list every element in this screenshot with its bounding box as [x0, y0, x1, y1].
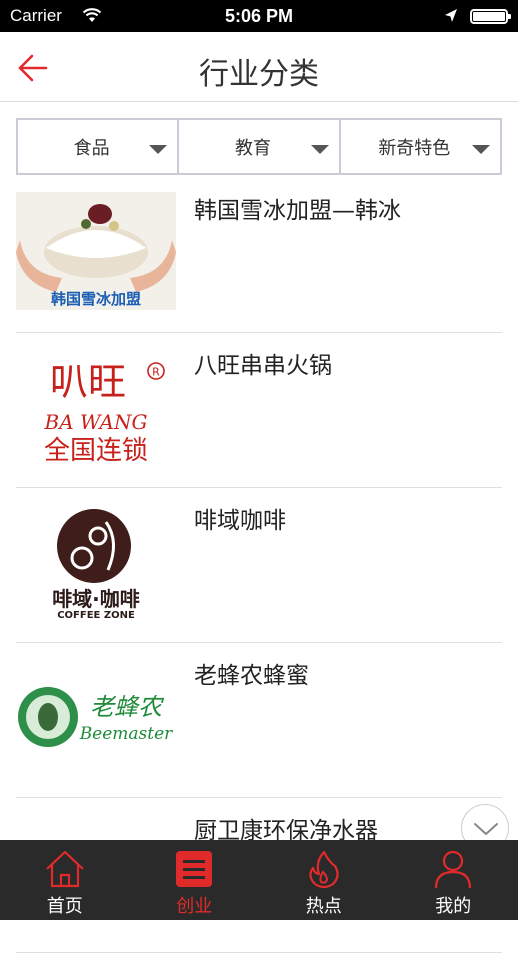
item-name: 韩国雪冰加盟—韩冰	[194, 191, 401, 225]
franchise-list: 韩国雪冰加盟 韩国雪冰加盟—韩冰 叭旺 R BA WANG 全国连锁 八旺串串火…	[16, 178, 502, 953]
tab-trending[interactable]: 热点	[259, 840, 389, 920]
chevron-down-icon	[472, 145, 490, 154]
filter-label: 食品	[74, 134, 110, 160]
logo-text-cn: 老蜂农	[90, 693, 165, 721]
tab-label: 首页	[0, 892, 130, 918]
coffee-zone-logo: 啡域·咖啡 COFFEE ZONE	[16, 502, 176, 620]
status-bar: Carrier 5:06 PM	[0, 0, 518, 32]
tab-home[interactable]: 首页	[0, 840, 130, 920]
filter-label: 新奇特色	[378, 134, 450, 160]
list-item[interactable]: 叭旺 R BA WANG 全国连锁 八旺串串火锅	[16, 333, 502, 488]
tab-label: 创业	[130, 892, 260, 918]
nav-bar: 行业分类	[0, 32, 518, 102]
logo-text-en: COFFEE ZONE	[57, 610, 135, 620]
list-item[interactable]: 啡域·咖啡 COFFEE ZONE 啡域咖啡	[16, 488, 502, 643]
chevron-down-icon	[311, 145, 329, 154]
item-thumbnail: 老蜂农 Beemaster	[16, 657, 176, 775]
home-icon	[44, 848, 86, 890]
bottom-tab-bar: 首页 创业 热点 我的	[0, 840, 518, 920]
item-name: 八旺串串火锅	[194, 346, 332, 380]
filter-dropdown-education[interactable]: 教育	[179, 120, 340, 173]
list-icon	[173, 848, 215, 890]
filter-dropdown-novelty[interactable]: 新奇特色	[341, 120, 500, 173]
logo-text: 韩国雪冰加盟	[51, 290, 141, 308]
tab-startup[interactable]: 创业	[130, 840, 260, 920]
bawang-logo: 叭旺 R BA WANG 全国连锁	[16, 347, 176, 465]
item-thumbnail: 韩国雪冰加盟	[16, 192, 176, 310]
clock: 5:06 PM	[0, 6, 518, 27]
list-item[interactable]: 韩国雪冰加盟 韩国雪冰加盟—韩冰	[16, 178, 502, 333]
tab-label: 我的	[389, 892, 518, 918]
item-thumbnail: 叭旺 R BA WANG 全国连锁	[16, 347, 176, 465]
logo-text-sub: 全国连锁	[44, 436, 148, 465]
item-name: 老蜂农蜂蜜	[194, 656, 309, 690]
page-title: 行业分类	[0, 49, 518, 93]
user-icon	[432, 848, 474, 890]
battery-icon	[470, 9, 508, 24]
tab-label: 热点	[259, 892, 389, 918]
beemaster-logo: 老蜂农 Beemaster	[16, 657, 176, 775]
logo-text-cn: 叭旺	[50, 360, 126, 404]
filter-label: 教育	[235, 134, 271, 160]
tab-profile[interactable]: 我的	[389, 840, 518, 920]
logo-text-cn: 啡域·咖啡	[52, 587, 140, 611]
shaved-ice-image: 韩国雪冰加盟	[16, 192, 176, 310]
logo-text-en: Beemaster	[79, 724, 173, 744]
item-thumbnail: 啡域·咖啡 COFFEE ZONE	[16, 502, 176, 620]
flame-icon	[303, 848, 345, 890]
logo-text-en: BA WANG	[44, 410, 148, 434]
category-filter-bar: 食品 教育 新奇特色	[16, 118, 502, 175]
list-item[interactable]: 老蜂农 Beemaster 老蜂农蜂蜜	[16, 643, 502, 798]
chevron-down-icon	[149, 145, 167, 154]
item-name: 啡域咖啡	[194, 501, 286, 535]
filter-dropdown-food[interactable]: 食品	[18, 120, 179, 173]
location-arrow-icon	[444, 8, 458, 24]
svg-text:R: R	[152, 366, 160, 379]
